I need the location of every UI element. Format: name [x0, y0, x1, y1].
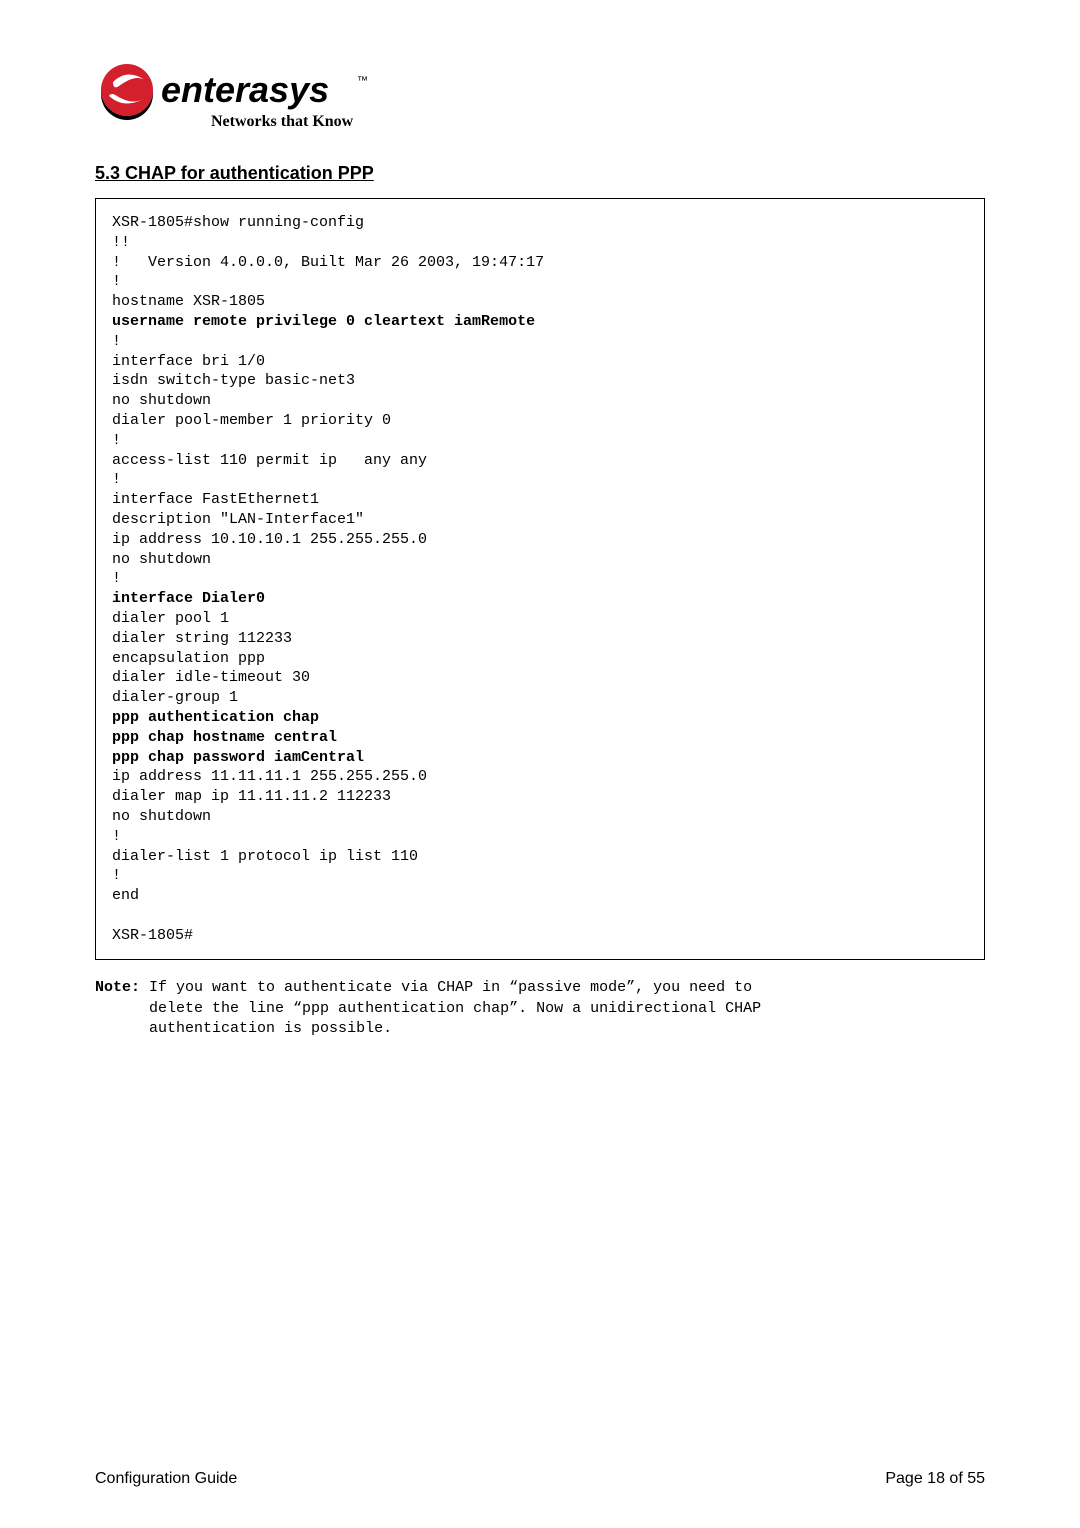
note-label: Note: — [95, 978, 149, 1039]
note-line-2: delete the line “ppp authentication chap… — [149, 1000, 761, 1017]
code-line: ! — [112, 431, 968, 451]
logo-wordmark: enterasys — [161, 69, 329, 110]
code-line: access-list 110 permit ip any any — [112, 451, 968, 471]
code-line: dialer pool-member 1 priority 0 — [112, 411, 968, 431]
code-line: isdn switch-type basic-net3 — [112, 371, 968, 391]
code-line: dialer string 112233 — [112, 629, 968, 649]
code-line: ip address 11.11.11.1 255.255.255.0 — [112, 767, 968, 787]
code-line: dialer-group 1 — [112, 688, 968, 708]
code-line: end — [112, 886, 968, 906]
note-block: Note: If you want to authenticate via CH… — [95, 978, 985, 1039]
note-body: If you want to authenticate via CHAP in … — [149, 978, 985, 1039]
code-line: dialer map ip 11.11.11.2 112233 — [112, 787, 968, 807]
code-line: XSR-1805# — [112, 926, 968, 946]
logo-tagline: Networks that Know — [211, 113, 354, 130]
code-line: ! — [112, 569, 968, 589]
footer-right: Page 18 of 55 — [885, 1470, 985, 1488]
code-line: no shutdown — [112, 391, 968, 411]
code-line: ! — [112, 332, 968, 352]
code-line: encapsulation ppp — [112, 649, 968, 669]
code-line: no shutdown — [112, 807, 968, 827]
code-line: ppp chap password iamCentral — [112, 748, 968, 768]
code-line: interface bri 1/0 — [112, 352, 968, 372]
code-line: dialer-list 1 protocol ip list 110 — [112, 847, 968, 867]
code-line: interface FastEthernet1 — [112, 490, 968, 510]
code-line: ppp authentication chap — [112, 708, 968, 728]
code-line: description "LAN-Interface1" — [112, 510, 968, 530]
page-footer: Configuration Guide Page 18 of 55 — [95, 1470, 985, 1488]
code-line: ip address 10.10.10.1 255.255.255.0 — [112, 530, 968, 550]
note-line-1: If you want to authenticate via CHAP in … — [149, 979, 752, 996]
code-line: ! — [112, 866, 968, 886]
code-line: ! — [112, 827, 968, 847]
code-line: interface Dialer0 — [112, 589, 968, 609]
code-line: ! — [112, 470, 968, 490]
page: enterasys ™ Networks that Know 5.3 CHAP … — [0, 0, 1080, 1528]
code-line — [112, 906, 968, 926]
code-line: ! — [112, 272, 968, 292]
enterasys-logo: enterasys ™ Networks that Know — [95, 60, 405, 140]
code-line: !! — [112, 233, 968, 253]
section-title: CHAP for authentication PPP — [125, 163, 374, 183]
code-line: ! Version 4.0.0.0, Built Mar 26 2003, 19… — [112, 253, 968, 273]
code-line: hostname XSR-1805 — [112, 292, 968, 312]
note-line-3: authentication is possible. — [149, 1020, 392, 1037]
code-line: no shutdown — [112, 550, 968, 570]
section-heading: 5.3 CHAP for authentication PPP — [95, 163, 985, 184]
logo-block: enterasys ™ Networks that Know — [95, 60, 985, 145]
code-line: dialer idle-timeout 30 — [112, 668, 968, 688]
code-line: ppp chap hostname central — [112, 728, 968, 748]
config-code-block: XSR-1805#show running-config!!! Version … — [95, 198, 985, 960]
logo-tm: ™ — [357, 75, 368, 87]
code-line: dialer pool 1 — [112, 609, 968, 629]
section-number: 5.3 — [95, 163, 120, 183]
code-line: XSR-1805#show running-config — [112, 213, 968, 233]
footer-left: Configuration Guide — [95, 1470, 237, 1488]
code-line: username remote privilege 0 cleartext ia… — [112, 312, 968, 332]
